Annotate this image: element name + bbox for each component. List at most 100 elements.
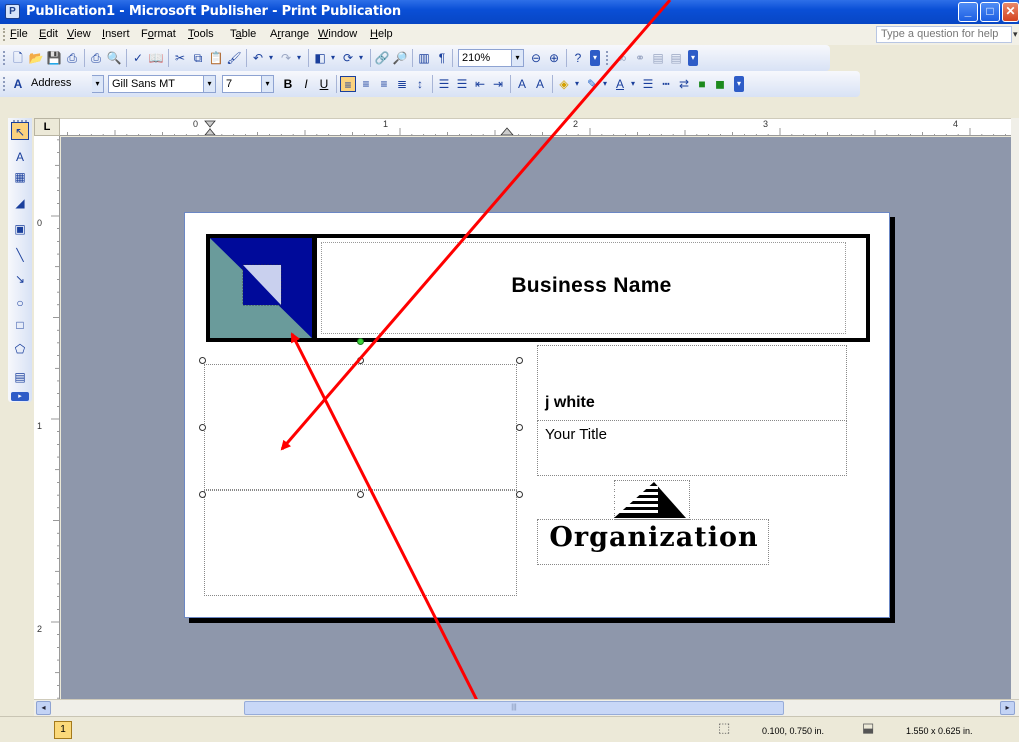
print-icon[interactable]: ⎙: [64, 50, 80, 66]
increase-font-icon[interactable]: A: [532, 76, 548, 92]
menu-view[interactable]: View: [67, 28, 91, 40]
menu-table[interactable]: Table: [230, 28, 256, 40]
dash-style-icon[interactable]: ┅: [658, 76, 674, 92]
scroll-left-icon[interactable]: ◂: [36, 701, 51, 715]
menu-file[interactable]: File: [10, 28, 28, 40]
toolbar-grip[interactable]: [3, 77, 6, 91]
zoom-combo[interactable]: 210%: [458, 49, 512, 67]
person-title-text[interactable]: Your Title: [545, 426, 607, 443]
menu-edit[interactable]: Edit: [39, 28, 58, 40]
fill-color-icon[interactable]: ◈: [556, 76, 572, 92]
organization-text[interactable]: Organization: [538, 522, 770, 553]
objects-options-icon[interactable]: ▸: [11, 392, 29, 401]
close-button[interactable]: ✕: [1002, 2, 1019, 22]
resize-handle[interactable]: [357, 491, 364, 498]
preview-zoom-icon[interactable]: 🔍: [106, 50, 122, 66]
arrow-tool-icon[interactable]: ↘: [11, 270, 29, 288]
line-tool-icon[interactable]: ╲: [11, 246, 29, 264]
cut-icon[interactable]: ✂: [172, 50, 188, 66]
autoshapes-icon[interactable]: ⬠: [11, 340, 29, 358]
zoom-dropdown-icon[interactable]: ▾: [512, 49, 524, 67]
menu-grip[interactable]: [3, 28, 5, 41]
hyperlink-icon[interactable]: 🔗: [374, 50, 390, 66]
publisher-app-icon[interactable]: P: [5, 4, 20, 19]
scroll-thumb[interactable]: |||: [244, 701, 784, 715]
logo-image[interactable]: [206, 234, 316, 342]
underline-icon[interactable]: U: [316, 76, 332, 92]
help-search-input[interactable]: Type a question for help: [876, 26, 1012, 43]
bring-dropdown-icon[interactable]: ▾: [328, 50, 338, 66]
open-folder-icon[interactable]: 📂: [28, 50, 44, 66]
page-navigator-1[interactable]: 1: [54, 721, 72, 739]
3d-style-icon[interactable]: ◼: [712, 76, 728, 92]
bold-icon[interactable]: B: [280, 76, 296, 92]
justify-icon[interactable]: ≣: [394, 76, 410, 92]
style-dropdown-icon[interactable]: ▾: [92, 75, 104, 93]
zoom-in-icon[interactable]: ⊕: [546, 50, 562, 66]
scroll-right-icon[interactable]: ▸: [1000, 701, 1015, 715]
help-dropdown-icon[interactable]: ▾: [1013, 29, 1018, 40]
connect-options-icon[interactable]: ▾: [688, 50, 698, 66]
font-color-icon[interactable]: A: [612, 76, 628, 92]
picture-frame-icon[interactable]: ▣: [11, 220, 29, 238]
minimize-button[interactable]: _: [958, 2, 978, 22]
italic-icon[interactable]: I: [298, 76, 314, 92]
undo-icon[interactable]: ↶: [250, 50, 266, 66]
connect-frames-icon[interactable]: ∞: [614, 50, 630, 66]
text-box-icon[interactable]: A: [11, 148, 29, 166]
line-color-dropdown-icon[interactable]: ▾: [600, 76, 610, 92]
menu-tools[interactable]: Tools: [188, 28, 214, 40]
save-icon[interactable]: 💾: [46, 50, 62, 66]
help-icon[interactable]: ?: [570, 50, 586, 66]
business-name-text[interactable]: Business Name: [317, 274, 866, 298]
format-painter-icon[interactable]: 🖌: [226, 50, 242, 66]
decrease-indent-icon[interactable]: ⇤: [472, 76, 488, 92]
rotate-handle[interactable]: [357, 338, 364, 345]
font-combo[interactable]: Gill Sans MT: [108, 75, 204, 93]
arrow-style-icon[interactable]: ⇄: [676, 76, 692, 92]
align-left-icon[interactable]: ≡: [340, 76, 356, 92]
copy-icon[interactable]: ⧉: [190, 50, 206, 66]
contact-text-frame[interactable]: [204, 490, 517, 596]
bullets-icon[interactable]: ☰: [454, 76, 470, 92]
rotate-dropdown-icon[interactable]: ▾: [356, 50, 366, 66]
redo-dropdown-icon[interactable]: ▾: [294, 50, 304, 66]
wordart-icon[interactable]: ◢: [11, 194, 29, 212]
new-document-icon[interactable]: 🗋: [10, 50, 26, 66]
design-gallery-icon[interactable]: ▤: [11, 368, 29, 386]
maximize-button[interactable]: □: [980, 2, 1000, 22]
oval-tool-icon[interactable]: ○: [11, 294, 29, 312]
align-center-icon[interactable]: ≡: [358, 76, 374, 92]
toolbar-options-icon[interactable]: ▾: [590, 50, 600, 66]
menu-window[interactable]: Window: [318, 28, 357, 40]
resize-handle[interactable]: [199, 424, 206, 431]
paste-icon[interactable]: 📋: [208, 50, 224, 66]
style-combo[interactable]: Address: [28, 75, 92, 93]
bring-to-front-icon[interactable]: ◧: [312, 50, 328, 66]
redo-icon[interactable]: ↷: [278, 50, 294, 66]
menu-help[interactable]: Help: [370, 28, 393, 40]
font-size-dropdown-icon[interactable]: ▾: [262, 75, 274, 93]
vertical-ruler[interactable]: 0 1 2: [34, 136, 60, 699]
previous-frame-icon[interactable]: ▤: [650, 50, 666, 66]
styles-icon[interactable]: A: [10, 76, 26, 92]
align-right-icon[interactable]: ≡: [376, 76, 392, 92]
shadow-style-icon[interactable]: ■: [694, 76, 710, 92]
insert-table-icon[interactable]: ▦: [11, 168, 29, 186]
line-style-icon[interactable]: ☰: [640, 76, 656, 92]
zoom-out-icon[interactable]: ⊖: [528, 50, 544, 66]
menu-format[interactable]: Format: [141, 28, 176, 40]
resize-handle[interactable]: [199, 491, 206, 498]
columns-icon[interactable]: ▥: [416, 50, 432, 66]
business-name-frame[interactable]: Business Name: [313, 234, 870, 342]
rectangle-tool-icon[interactable]: □: [11, 316, 29, 334]
line-color-icon[interactable]: ✎: [584, 76, 600, 92]
research-icon[interactable]: 📖: [148, 50, 164, 66]
line-spacing-icon[interactable]: ↕: [412, 76, 428, 92]
break-link-icon[interactable]: ⚭: [632, 50, 648, 66]
pilcrow-icon[interactable]: ¶: [434, 50, 450, 66]
vertical-scrollbar[interactable]: [1011, 118, 1019, 699]
menu-arrange[interactable]: Arrange: [270, 28, 309, 40]
undo-dropdown-icon[interactable]: ▾: [266, 50, 276, 66]
resize-handle[interactable]: [516, 357, 523, 364]
